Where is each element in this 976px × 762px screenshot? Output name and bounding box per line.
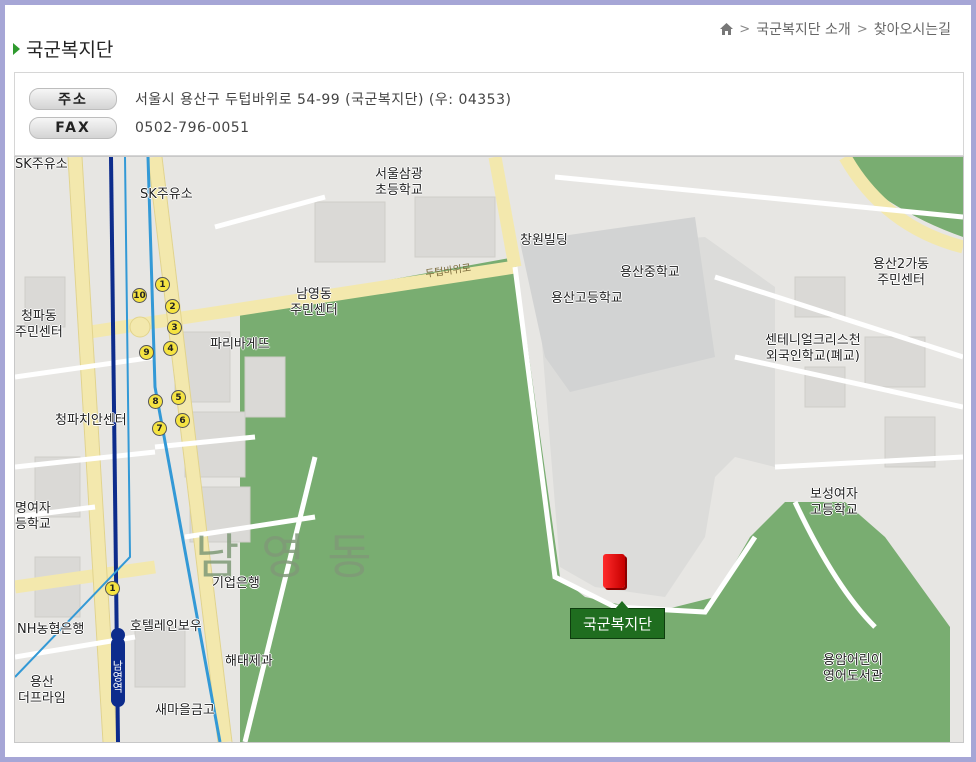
fax-label-badge: FAX [29, 117, 117, 139]
exit-4-icon[interactable]: 4 [163, 341, 178, 356]
label-hotel-rainbow[interactable]: 호텔레인보우 [130, 619, 202, 635]
label-cheongpa-police[interactable]: 청파치안센터 [55, 413, 127, 429]
label-saemaeul[interactable]: 새마을금고 [155, 703, 215, 719]
breadcrumb-separator: > [856, 21, 868, 37]
label-boseong-high[interactable]: 보성여자 고등학교 [810, 487, 858, 520]
page-frame: 국군복지단 > 국군복지단 소개 > 찾아오시는길 주소 서울시 용산구 두텁바… [0, 0, 976, 762]
exit-7-icon[interactable]: 7 [152, 421, 167, 436]
address-row: 주소 서울시 용산구 두텁바위로 54-99 (국군복지단) (우: 04353… [29, 88, 511, 110]
label-ibk-bank[interactable]: 기업은행 [212, 576, 260, 592]
label-changwon-bldg[interactable]: 창원빌딩 [520, 233, 568, 249]
label-sk-top: SK주유소 [15, 157, 68, 172]
address-info-box: 주소 서울시 용산구 두텁바위로 54-99 (국군복지단) (우: 04353… [14, 72, 964, 156]
location-tag[interactable]: 국군복지단 [570, 601, 666, 639]
label-samgwang-school[interactable]: 서울삼광 초등학교 [375, 167, 423, 200]
breadcrumb: > 국군복지단 소개 > 찾아오시는길 [720, 19, 951, 39]
fax-row: FAX 0502-796-0051 [29, 117, 250, 139]
label-library[interactable]: 용암어린이 영어도서관 [823, 653, 883, 686]
address-value: 서울시 용산구 두텁바위로 54-99 (국군복지단) (우: 04353) [135, 92, 512, 108]
label-yongsan-high[interactable]: 용산고등학교 [551, 291, 623, 307]
exit-1-icon[interactable]: 1 [155, 277, 170, 292]
map-base [15, 157, 963, 742]
label-sk-gas[interactable]: SK주유소 [140, 187, 193, 203]
label-haitai[interactable]: 해태제과 [225, 654, 273, 670]
page-heading: 국군복지단 [13, 35, 113, 62]
title-arrow-icon [13, 42, 20, 55]
home-icon[interactable] [720, 23, 734, 35]
exit-1b-icon[interactable]: 1 [105, 581, 120, 596]
label-nh-bank[interactable]: NH농협은행 [17, 622, 84, 638]
exit-8-icon[interactable]: 8 [148, 394, 163, 409]
breadcrumb-item-directions[interactable]: 찾아오시는길 [874, 19, 951, 39]
breadcrumb-separator: > [739, 21, 751, 37]
address-label-badge: 주소 [29, 88, 117, 110]
label-yongsan2-center[interactable]: 용산2가동 주민센터 [873, 257, 929, 290]
location-marker-icon[interactable] [603, 554, 625, 588]
exit-2-icon[interactable]: 2 [165, 299, 180, 314]
exit-5-icon[interactable]: 5 [171, 390, 186, 405]
label-women-high[interactable]: 명여자 등학교 [15, 501, 51, 534]
fax-value: 0502-796-0051 [135, 120, 250, 136]
label-paris-baguette[interactable]: 파리바게뜨 [210, 337, 270, 353]
label-namyeong-center[interactable]: 남영동 주민센터 [290, 287, 338, 320]
label-yongsan-theprime[interactable]: 용산 더프라임 [18, 675, 66, 708]
exit-6-icon[interactable]: 6 [175, 413, 190, 428]
label-cheongpa-center[interactable]: 청파동 주민센터 [15, 309, 63, 342]
exit-10-icon[interactable]: 10 [132, 288, 147, 303]
label-namyeong-station[interactable]: 남영역 [110, 660, 124, 693]
page-title: 국군복지단 [26, 39, 114, 61]
breadcrumb-item-about[interactable]: 국군복지단 소개 [756, 19, 851, 39]
label-yongsan-middle[interactable]: 용산중학교 [620, 265, 680, 281]
location-map[interactable]: 남영동 SK주유소 SK주유소 서울삼광 초등학교 창원빌딩 용산중학교 용산고… [14, 156, 964, 743]
exit-9-icon[interactable]: 9 [139, 345, 154, 360]
exit-3-icon[interactable]: 3 [167, 320, 182, 335]
label-centennial-school[interactable]: 센테니얼크리스천 외국인학교(폐교) [765, 333, 861, 366]
